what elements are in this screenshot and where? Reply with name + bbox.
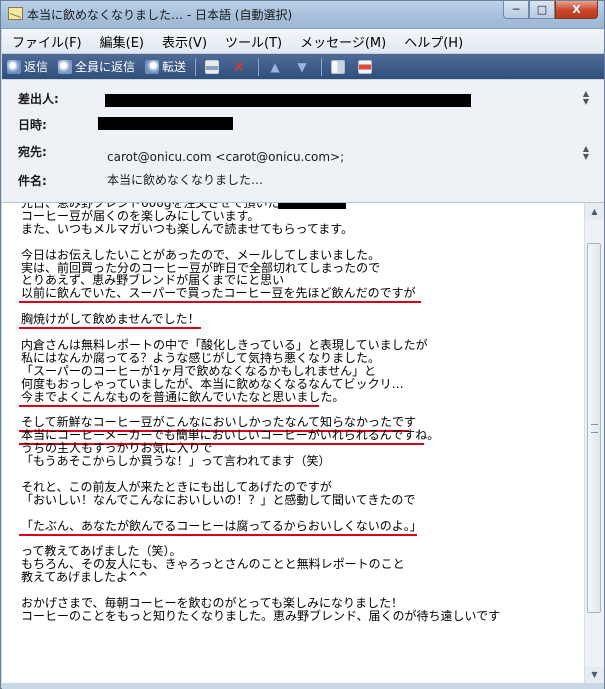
toolbar-separator [195, 57, 197, 76]
menu-message[interactable]: メッセージ(M) [291, 32, 395, 51]
body-line: 「たぶん、あなたが飲んでるコーヒーは腐ってるからおいしくないのよ。」 [21, 518, 422, 533]
flag-icon [358, 59, 373, 74]
menu-bar: ファイル(F) 編集(E) 表示(V) ツール(T) メッセージ(M) ヘルプ(… [2, 29, 604, 54]
to-scroll-arrows[interactable]: ▲ ▼ [582, 145, 590, 161]
toolbar: 返信 全員に返信 転送 ✕ ▲ ▼ [2, 54, 604, 79]
body-line: 教えてあげましたよ^^ [21, 570, 149, 585]
body-line: 「スーパーのコーヒーが1ヶ月で飲めなくなるかもしれません」と [21, 363, 377, 378]
reply-all-button[interactable]: 全員に返信 [53, 54, 140, 79]
message-body[interactable]: 先日、恵み野ブレンド600gを注文させて頂いた コーヒー豆が届くのを楽しみにしてい… [2, 203, 584, 683]
forward-button[interactable]: 転送 [140, 54, 191, 79]
body-line: コーヒー豆が届くのを楽しみにしています。 [21, 208, 260, 223]
from-redacted [105, 94, 471, 107]
subject-label: 件名: [18, 174, 47, 188]
red-underline [19, 301, 421, 304]
body-line: 以前に飲んでいた、スーパーで買ったコーヒー豆を先ほど飲んだのですが [21, 286, 416, 301]
body-line: 何度もおっしゃっていましたが、本当に飲めなくなるなんてビックリ… [21, 376, 404, 391]
body-line: それと、この前友人が来たときにも出してあげたのですが [21, 479, 332, 494]
menu-help[interactable]: ヘルプ(H) [395, 32, 472, 51]
mail-window: 本当に飲めなくなりました… - 日本語 (自動選択) ─ □ X ファイル(F)… [0, 0, 605, 689]
printer-icon [205, 59, 220, 74]
toolbar-separator [258, 57, 260, 76]
reply-icon [7, 59, 21, 74]
menu-file[interactable]: ファイル(F) [2, 32, 91, 51]
body-line: 「もうあそこからしか買うな！」って言われてます（笑） [21, 454, 331, 468]
from-scroll-arrows[interactable]: ▲ ▼ [582, 90, 590, 106]
menu-view[interactable]: 表示(V) [153, 32, 216, 51]
forward-label: 転送 [162, 60, 187, 74]
window-bottom-edge [2, 683, 604, 689]
address-book-button[interactable] [326, 54, 353, 79]
subject-value: 本当に飲めなくなりました… [107, 173, 264, 187]
previous-button[interactable]: ▲ [263, 54, 290, 79]
reply-all-label: 全員に返信 [75, 60, 136, 74]
from-label: 差出人: [18, 92, 59, 106]
next-button[interactable]: ▼ [290, 54, 317, 79]
message-headers: 差出人: ▲ ▼ 日時: 宛先: carot@onicu.com <carot@o… [2, 80, 604, 203]
minimize-button[interactable]: ─ [503, 1, 529, 19]
address-book-icon [331, 59, 346, 74]
body-line: 「おいしい！なんでこんなにおいしいの！？」と感動して聞いてきたので [21, 492, 416, 507]
arrow-up-icon: ▲ [270, 59, 280, 74]
body-line: 今日はお伝えしたいことがあったので、メールしてしまいました。 [21, 247, 381, 262]
delete-x-icon: ✕ [232, 57, 246, 76]
to-value[interactable]: carot@onicu.com <carot@onicu.com>; [107, 150, 344, 164]
arrow-down-icon: ▼ [297, 59, 307, 74]
toolbar-separator [321, 57, 323, 76]
print-button[interactable] [200, 54, 227, 79]
close-button[interactable]: X [555, 1, 598, 19]
body-line: コーヒーのことをもっと知りたくなりました。恵み野ブレンド、届くのが待ち遠しいです [21, 608, 501, 623]
forward-icon [145, 59, 160, 74]
delete-button[interactable]: ✕ [227, 54, 254, 79]
body-line: 内倉さんは無料レポートの中で「酸化しきっている」と表現していましたが [21, 337, 428, 352]
reply-button[interactable]: 返信 [2, 54, 53, 79]
to-label: 宛先: [18, 145, 47, 159]
flag-button[interactable] [353, 54, 380, 79]
envelope-icon [8, 7, 23, 20]
menu-edit[interactable]: 編集(E) [91, 32, 153, 51]
vertical-scrollbar[interactable]: ▲ ▼ [584, 203, 604, 683]
menu-tools[interactable]: ツール(T) [216, 32, 291, 51]
red-underline [19, 327, 201, 330]
body-line: 胸焼けがして飲めませんでした！ [21, 312, 200, 327]
window-title: 本当に飲めなくなりました… - 日本語 (自動選択) [27, 8, 293, 22]
body-redacted [278, 203, 346, 209]
body-line: 今までよくこんなものを普通に飲んでいたなと思いました。 [21, 389, 345, 404]
body-line: 私にはなんか腐ってる？ような感じがして気持ち悪くなりました。 [21, 350, 381, 365]
body-line: また、いつもメルマガいつも楽しんで読ませてもらってます。 [21, 221, 354, 236]
window-controls: ─ □ X [503, 1, 598, 21]
body-line: おかげさまで、毎朝コーヒーを飲むのがとっても楽しみになりました！ [21, 595, 403, 610]
maximize-button[interactable]: □ [529, 1, 555, 19]
red-underline [19, 533, 417, 536]
reply-label: 返信 [24, 60, 49, 74]
title-bar: 本当に飲めなくなりました… - 日本語 (自動選択) ─ □ X [1, 1, 604, 29]
scroll-up-arrow[interactable]: ▲ [585, 203, 604, 220]
scroll-down-arrow[interactable]: ▼ [585, 666, 604, 683]
date-label: 日時: [18, 118, 47, 132]
red-underline [19, 404, 319, 407]
date-redacted [98, 117, 233, 130]
scroll-thumb[interactable] [587, 243, 601, 613]
reply-all-icon [58, 59, 73, 74]
